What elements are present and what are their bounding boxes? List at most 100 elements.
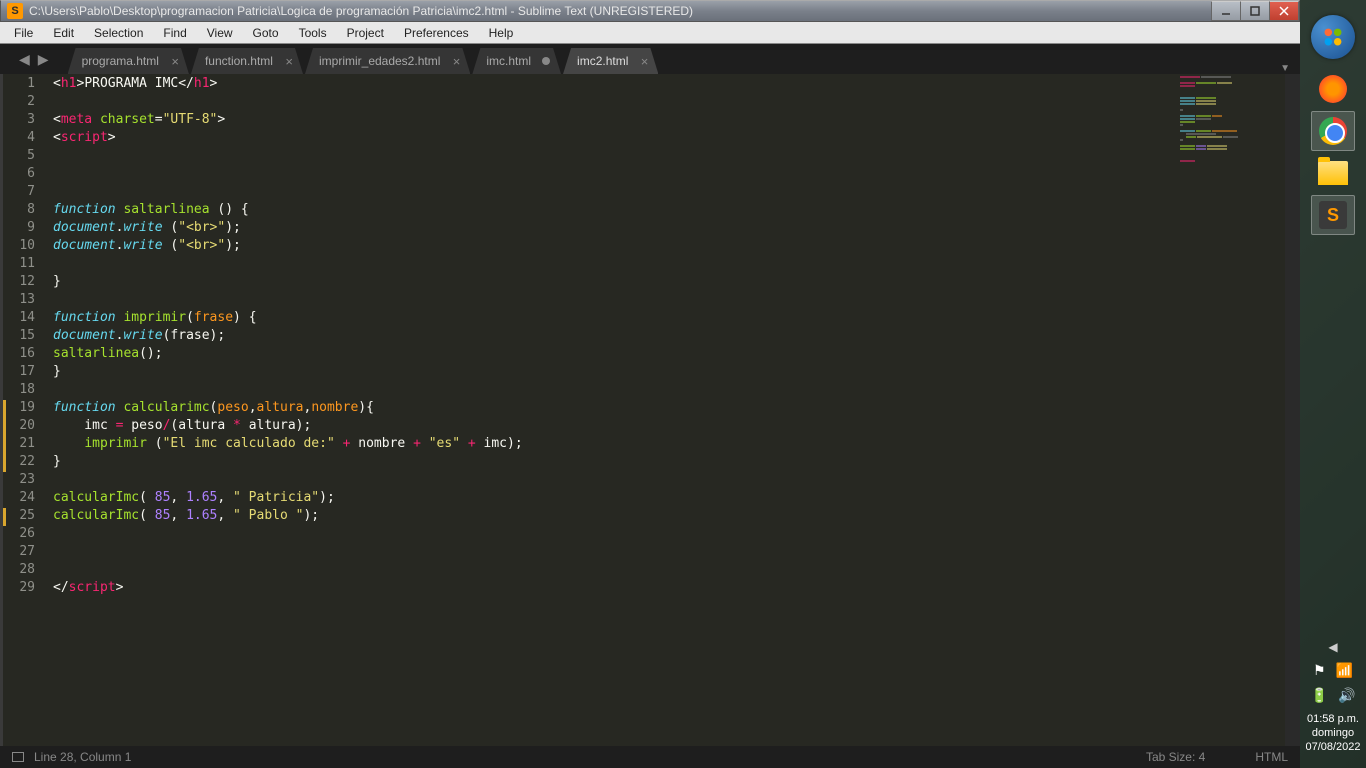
nav-forward-icon[interactable]: ▶ — [38, 51, 49, 68]
taskbar: S ◀ ⚑ 📶 🔋 🔊 01:58 p.m. domingo 07/08/202… — [1300, 0, 1366, 768]
code-line — [53, 472, 1285, 490]
line-number: 10 — [3, 238, 53, 256]
title-text: C:\Users\Pablo\Desktop\programacion Patr… — [29, 4, 1212, 18]
minimize-button[interactable] — [1211, 1, 1241, 21]
cursor-position: Line 28, Column 1 — [34, 750, 131, 764]
code-line: imprimir ("El imc calculado de:" + nombr… — [53, 436, 1285, 454]
menu-find[interactable]: Find — [153, 23, 196, 43]
menu-goto[interactable]: Goto — [243, 23, 289, 43]
code-line: function calcularimc(peso,altura,nombre)… — [53, 400, 1285, 418]
taskbar-sublime[interactable]: S — [1311, 195, 1355, 235]
start-button[interactable] — [1311, 15, 1355, 59]
modified-dot-icon — [542, 57, 550, 65]
code-area[interactable]: <h1>PROGRAMA IMC</h1> <meta charset="UTF… — [53, 74, 1285, 746]
code-line: <meta charset="UTF-8"> — [53, 112, 1285, 130]
menu-file[interactable]: File — [4, 23, 43, 43]
line-number: 23 — [3, 472, 53, 490]
code-line: function imprimir(frase) { — [53, 310, 1285, 328]
code-line: } — [53, 364, 1285, 382]
menu-view[interactable]: View — [197, 23, 243, 43]
line-number: 4 — [3, 130, 53, 148]
line-number: 14 — [3, 310, 53, 328]
tab-function[interactable]: function.html × — [191, 48, 303, 74]
clock-day: domingo — [1305, 726, 1360, 740]
code-line: calcularImc( 85, 1.65, " Pablo "); — [53, 508, 1285, 526]
menu-project[interactable]: Project — [337, 23, 394, 43]
code-line: calcularImc( 85, 1.65, " Patricia"); — [53, 490, 1285, 508]
code-line: function saltarlinea () { — [53, 202, 1285, 220]
code-line: <script> — [53, 130, 1285, 148]
code-line: } — [53, 274, 1285, 292]
taskbar-firefox[interactable] — [1311, 69, 1355, 109]
line-number: 3 — [3, 112, 53, 130]
code-line — [53, 526, 1285, 544]
code-line: imc = peso/(altura * altura); — [53, 418, 1285, 436]
minimap[interactable] — [1180, 76, 1270, 216]
tab-programa[interactable]: programa.html × — [68, 48, 189, 74]
clock[interactable]: 01:58 p.m. domingo 07/08/2022 — [1305, 712, 1360, 758]
code-line — [53, 184, 1285, 202]
code-line: document.write ("<br>"); — [53, 238, 1285, 256]
volume-icon[interactable]: 🔊 — [1338, 687, 1355, 704]
tray-overflow-icon[interactable]: ◀ — [1328, 640, 1337, 654]
close-icon[interactable]: × — [285, 54, 293, 69]
line-number: 11 — [3, 256, 53, 274]
clock-date: 07/08/2022 — [1305, 740, 1360, 754]
tab-bar: ◀ ▶ programa.html × function.html × imprim… — [0, 44, 1300, 74]
folder-icon — [1318, 161, 1348, 185]
code-line: document.write ("<br>"); — [53, 220, 1285, 238]
code-line — [53, 166, 1285, 184]
menu-selection[interactable]: Selection — [84, 23, 153, 43]
taskbar-explorer[interactable] — [1311, 153, 1355, 193]
tab-label: imc.html — [486, 54, 531, 68]
line-number: 26 — [3, 526, 53, 544]
vertical-scrollbar[interactable] — [1285, 74, 1300, 746]
titlebar[interactable]: S C:\Users\Pablo\Desktop\programacion Pa… — [0, 0, 1300, 22]
flag-icon[interactable]: ⚑ — [1313, 662, 1326, 679]
menubar: File Edit Selection Find View Goto Tools… — [0, 22, 1300, 44]
code-line — [53, 382, 1285, 400]
tab-imc[interactable]: imc.html — [472, 48, 561, 74]
sublime-icon: S — [1319, 201, 1347, 229]
tab-label: programa.html — [82, 54, 159, 68]
network-icon[interactable]: 📶 — [1336, 662, 1353, 679]
close-button[interactable] — [1269, 1, 1299, 21]
line-number: 8 — [3, 202, 53, 220]
line-number: 17 — [3, 364, 53, 382]
panel-icon[interactable] — [12, 752, 24, 762]
menu-preferences[interactable]: Preferences — [394, 23, 479, 43]
menu-tools[interactable]: Tools — [289, 23, 337, 43]
tab-imc2[interactable]: imc2.html × — [563, 48, 658, 74]
menu-help[interactable]: Help — [479, 23, 524, 43]
maximize-button[interactable] — [1240, 1, 1270, 21]
nav-back-icon[interactable]: ◀ — [19, 51, 30, 68]
tab-label: function.html — [205, 54, 273, 68]
tab-size-button[interactable]: Tab Size: 4 — [1146, 750, 1205, 764]
code-line: saltarlinea(); — [53, 346, 1285, 364]
taskbar-chrome[interactable] — [1311, 111, 1355, 151]
syntax-button[interactable]: HTML — [1255, 750, 1288, 764]
code-line — [53, 148, 1285, 166]
change-marker — [3, 508, 6, 526]
tab-imprimir-edades[interactable]: imprimir_edades2.html× — [305, 48, 470, 74]
menu-edit[interactable]: Edit — [43, 23, 84, 43]
line-number: 29 — [3, 580, 53, 598]
code-line — [53, 256, 1285, 274]
close-icon[interactable]: × — [641, 54, 649, 69]
windows-logo-icon — [1318, 22, 1348, 52]
tab-overflow-icon[interactable]: ▼ — [1280, 63, 1290, 74]
gutter[interactable]: 1234567891011121314151617181920212223242… — [3, 74, 53, 746]
line-number: 18 — [3, 382, 53, 400]
tab-label: imc2.html — [577, 54, 628, 68]
close-icon[interactable]: × — [453, 54, 461, 69]
code-line — [53, 562, 1285, 580]
line-number: 13 — [3, 292, 53, 310]
battery-icon[interactable]: 🔋 — [1311, 687, 1328, 704]
chrome-icon — [1319, 117, 1347, 145]
code-line: } — [53, 454, 1285, 472]
line-number: 16 — [3, 346, 53, 364]
code-line — [53, 544, 1285, 562]
line-number: 22 — [3, 454, 53, 472]
desktop: S C:\Users\Pablo\Desktop\programacion Pa… — [0, 0, 1366, 768]
close-icon[interactable]: × — [171, 54, 179, 69]
